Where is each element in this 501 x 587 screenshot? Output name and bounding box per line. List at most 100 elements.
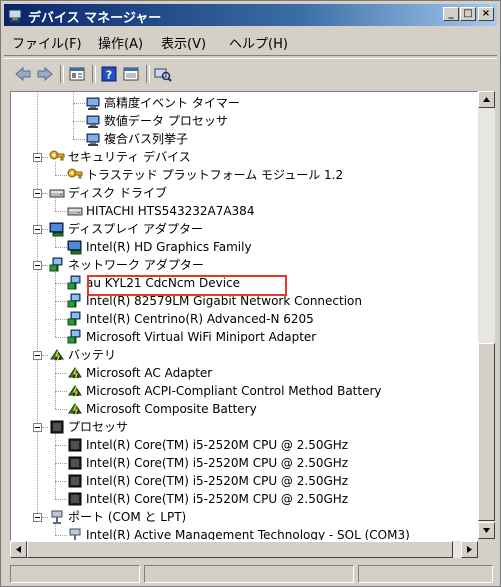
tree-connector (42, 427, 48, 428)
horizontal-scrollbar[interactable] (10, 541, 478, 558)
battery-icon (68, 403, 82, 416)
menu-file[interactable]: ファイル(F) (12, 33, 82, 52)
scan-hardware-icon[interactable] (154, 66, 172, 82)
title-bar[interactable]: デバイス マネージャー _ □ × (4, 4, 497, 26)
scroll-up-button[interactable] (478, 91, 495, 108)
back-arrow-icon[interactable] (14, 66, 32, 82)
collapse-toggle[interactable] (33, 261, 42, 270)
tree-item-label: Intel(R) Core(TM) i5-2520M CPU @ 2.50GHz (86, 456, 349, 470)
processor-icon (68, 474, 82, 488)
tree-connector (55, 247, 67, 248)
tree-connector (55, 409, 67, 410)
toolbar-separator (92, 65, 96, 83)
properties-icon[interactable] (68, 66, 86, 82)
port-icon (51, 510, 63, 524)
network-adapter-icon (67, 329, 81, 344)
processor-icon (68, 492, 82, 506)
display-adapter-icon (49, 222, 64, 237)
tree-item-label: ポート (COM と LPT) (68, 510, 187, 524)
tree-item-label: Intel(R) Centrino(R) Advanced-N 6205 (86, 312, 314, 326)
close-button[interactable]: × (478, 7, 494, 21)
tree-item-label: 複合バス列挙子 (104, 132, 189, 146)
tree-connector (42, 229, 48, 230)
processor-icon (50, 420, 64, 434)
tree-item-label: ディスク ドライブ (68, 186, 167, 200)
arrow-left-icon (16, 546, 21, 553)
tree-connector (73, 139, 85, 140)
collapse-toggle[interactable] (33, 423, 42, 432)
status-panel (358, 565, 493, 583)
battery-icon (68, 385, 82, 398)
arrow-up-icon (483, 97, 490, 102)
help-icon[interactable]: ? (100, 66, 118, 82)
tree-connector (55, 211, 67, 212)
arrow-down-icon (483, 528, 490, 533)
collapse-toggle[interactable] (33, 153, 42, 162)
tree-connector (55, 175, 67, 176)
tree-connector (42, 157, 48, 158)
tree-connector (42, 517, 48, 518)
menu-bar: ファイル(F) 操作(A) 表示(V) ヘルプ(H) (4, 28, 497, 52)
tree-item-label: Intel(R) Active Management Technology - … (86, 528, 410, 541)
device-manager-icon (8, 9, 22, 22)
menu-view[interactable]: 表示(V) (161, 33, 206, 52)
system-device-icon (86, 133, 100, 146)
vertical-scrollbar[interactable] (478, 91, 495, 539)
tree-connector (42, 265, 48, 266)
scroll-thumb[interactable] (478, 343, 495, 521)
tree-connector (55, 360, 56, 409)
tree-item-label: Intel(R) Core(TM) i5-2520M CPU @ 2.50GHz (86, 492, 349, 506)
toolbar-separator (60, 65, 64, 83)
battery-icon (50, 349, 64, 362)
view-icon[interactable] (122, 66, 140, 82)
device-tree[interactable]: 高精度イベント タイマー 数値データ プロセッサ 複合バス列挙子セキュリティ デバイ… (10, 91, 478, 541)
minimize-button[interactable]: _ (443, 7, 459, 21)
tree-connector (55, 373, 67, 374)
tree-connector (55, 445, 67, 446)
window-title: デバイス マネージャー (28, 11, 162, 26)
network-adapter-icon (67, 293, 81, 308)
scroll-left-button[interactable] (10, 541, 27, 558)
forward-arrow-icon[interactable] (36, 66, 54, 82)
tree-item-label: Microsoft ACPI-Compliant Control Method … (86, 384, 382, 398)
arrow-right-icon (467, 546, 472, 553)
maximize-button[interactable]: □ (460, 7, 476, 21)
scroll-right-button[interactable] (461, 541, 478, 558)
collapse-toggle[interactable] (33, 189, 42, 198)
tree-item-label: ネットワーク アダプター (68, 258, 204, 272)
tree-connector (73, 103, 85, 104)
display-adapter-icon (67, 240, 82, 255)
tree-connector (73, 121, 85, 122)
tree-item-label: HITACHI HTS543232A7A384 (86, 204, 255, 218)
tree-connector (55, 270, 56, 337)
menu-help[interactable]: ヘルプ(H) (229, 33, 288, 52)
collapse-toggle[interactable] (33, 225, 42, 234)
tree-item-label: プロセッサ (68, 420, 129, 434)
security-key-icon (67, 168, 83, 179)
tree-item-label: Microsoft Composite Battery (86, 402, 257, 416)
disk-drive-icon (67, 207, 83, 216)
status-bar (4, 563, 497, 585)
scroll-down-button[interactable] (478, 522, 495, 539)
menu-action[interactable]: 操作(A) (98, 33, 143, 52)
collapse-toggle[interactable] (33, 513, 42, 522)
processor-icon (68, 438, 82, 452)
tree-item-label: Intel(R) Core(TM) i5-2520M CPU @ 2.50GHz (86, 474, 349, 488)
network-adapter-icon (49, 257, 63, 272)
system-device-icon (86, 115, 100, 128)
disk-drive-icon (49, 189, 65, 198)
tree-connector (55, 432, 56, 499)
processor-icon (68, 456, 82, 470)
tree-connector (55, 319, 67, 320)
tree-item-label: セキュリティ デバイス (68, 150, 191, 164)
system-device-icon (86, 97, 100, 110)
tree-item-label: 高精度イベント タイマー (104, 96, 240, 110)
collapse-toggle[interactable] (33, 351, 42, 360)
tree-item-label: 数値データ プロセッサ (104, 114, 228, 128)
h-scroll-thumb[interactable] (27, 541, 453, 558)
tree-item-label: ディスプレイ アダプター (68, 222, 203, 236)
tree-item-label: Microsoft AC Adapter (86, 366, 213, 380)
security-key-icon (49, 150, 65, 161)
toolbar-separator (146, 65, 150, 83)
tree-item-label: Microsoft Virtual WiFi Miniport Adapter (86, 330, 317, 344)
